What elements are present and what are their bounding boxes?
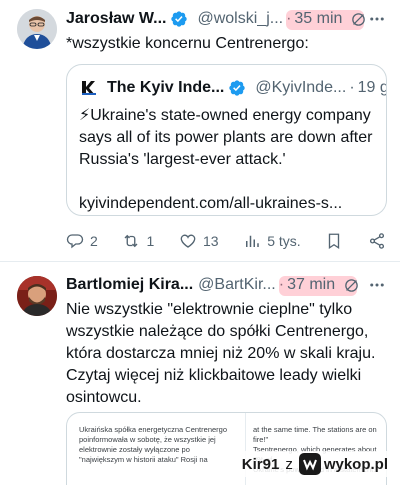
tweet-actions: 2 1 13 5 tys. [66, 230, 386, 252]
preview-text-polish: Ukraińska spółka energetyczna Centrenerg… [79, 425, 227, 464]
tweet-header: Bartlomiej Kira... @BartKir... · 37 min [66, 274, 388, 296]
author-handle[interactable]: @BartKir... [198, 276, 276, 294]
timestamp[interactable]: 35 min [286, 10, 365, 30]
grok-icon[interactable] [343, 277, 360, 294]
author-name[interactable]: Bartlomiej Kira... [66, 276, 193, 294]
share-icon [369, 233, 385, 249]
views-count: 5 tys. [267, 233, 301, 249]
timestamp[interactable]: 37 min [279, 276, 358, 296]
verified-badge-icon [171, 11, 188, 27]
views-button[interactable]: 5 tys. [243, 232, 301, 250]
watermark-connector: z [285, 455, 293, 473]
timestamp-text: 37 min [287, 276, 336, 293]
avatar[interactable] [17, 276, 57, 316]
reply-count: 2 [90, 233, 98, 249]
avatar[interactable] [17, 9, 57, 49]
like-button[interactable]: 13 [179, 232, 219, 250]
verified-badge-icon [229, 80, 246, 96]
quoted-tweet-text: ⚡Ukraine's state-owned energy company sa… [79, 107, 373, 212]
reply-button[interactable]: 2 [66, 232, 98, 250]
wykop-logo: wykop.pl [298, 453, 388, 475]
timestamp-text: 35 min [294, 10, 343, 27]
grok-icon[interactable] [350, 11, 367, 28]
views-icon [246, 235, 259, 247]
share-button[interactable] [368, 232, 386, 250]
reply-icon [66, 234, 84, 249]
tweet-jaroslaw[interactable]: Jarosław W... @wolski_j... · 35 min *wsz… [0, 0, 400, 262]
author-name[interactable]: Jarosław W... [66, 10, 166, 28]
watermark-user: Kir91 [241, 455, 280, 473]
tweet-text: *wszystkie koncernu Centrenergo: [66, 35, 309, 52]
tweet-text: Nie wszystkie "elektrownie cieplne" tylk… [66, 301, 380, 406]
watermark-site: wykop.pl [323, 455, 388, 473]
retweet-button[interactable]: 1 [122, 232, 154, 250]
quoted-author-handle[interactable]: @KyivInde... [255, 79, 346, 97]
author-handle[interactable]: @wolski_j... [197, 10, 283, 28]
quoted-author-name[interactable]: The Kyiv Inde... [107, 79, 224, 97]
like-count: 13 [202, 233, 219, 249]
quoted-timestamp[interactable]: 19 g. [358, 79, 386, 97]
quoted-tweet-header: The Kyiv Inde... @KyivInde... · 19 g. [79, 77, 386, 99]
separator-dot: · [349, 79, 355, 96]
tweet-header: Jarosław W... @wolski_j... · 35 min [66, 8, 388, 30]
wykop-logo-icon [298, 453, 321, 475]
more-icon [370, 283, 384, 287]
more-options-button[interactable] [366, 8, 388, 30]
like-icon [180, 234, 196, 248]
kyiv-independent-logo-icon [79, 78, 99, 98]
retweet-count: 1 [146, 233, 155, 249]
retweet-icon [124, 234, 138, 248]
more-options-button[interactable] [366, 274, 388, 296]
more-icon [370, 17, 384, 21]
bookmark-icon [329, 233, 340, 250]
wykop-watermark: Kir91 z wykop.pl [237, 451, 392, 477]
bookmark-button[interactable] [325, 232, 343, 250]
quoted-tweet[interactable]: The Kyiv Inde... @KyivInde... · 19 g. ⚡U… [66, 64, 387, 216]
